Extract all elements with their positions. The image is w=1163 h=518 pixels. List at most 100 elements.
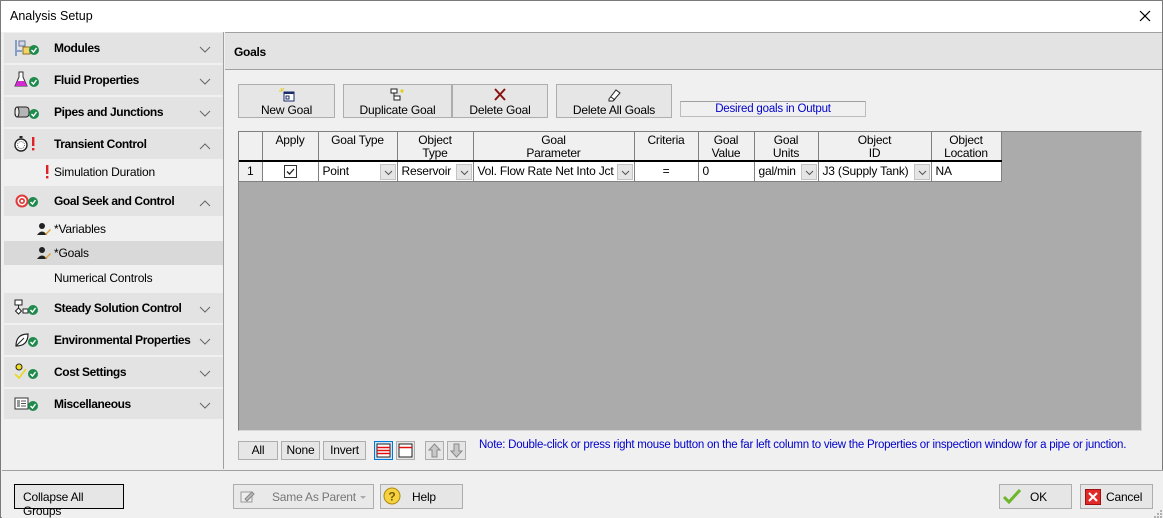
chevron-down-icon[interactable] xyxy=(379,164,396,180)
goal-parameter-value: Vol. Flow Rate Net Into Jct xyxy=(477,164,614,179)
goal-type-value: Point xyxy=(322,164,350,179)
sidebar-item-simulation-duration[interactable]: Simulation Duration xyxy=(4,160,223,184)
sidebar-item-variables[interactable]: *Variables xyxy=(4,217,223,241)
delete-all-goals-label: Delete All Goals xyxy=(572,103,656,117)
user-edit-icon xyxy=(36,221,52,237)
chevron-down-icon[interactable] xyxy=(199,303,211,313)
collapse-all-groups-label: Collapse All Groups xyxy=(23,490,84,518)
column-header-object-location[interactable]: Object Location xyxy=(931,132,1002,162)
sidebar-group-environmental-properties[interactable]: Environmental Properties xyxy=(4,325,223,355)
column-header-goal-units[interactable]: Goal Units xyxy=(754,132,819,162)
sidebar-group-label: Miscellaneous xyxy=(54,397,131,411)
same-as-parent-dropdown[interactable]: Same As Parent xyxy=(233,484,374,509)
leaf-icon xyxy=(14,331,38,349)
sidebar-group-transient-control[interactable]: Transient Control xyxy=(4,129,223,159)
pipe-icon xyxy=(14,103,39,121)
warning-icon xyxy=(36,164,52,180)
chevron-down-icon[interactable] xyxy=(199,75,211,85)
chevron-down-icon[interactable] xyxy=(199,399,211,409)
checkmark-icon xyxy=(1003,489,1021,505)
sidebar-group-label: Pipes and Junctions xyxy=(54,105,164,119)
chevron-down-icon[interactable] xyxy=(913,164,930,180)
window-title: Analysis Setup xyxy=(10,9,93,23)
delete-goal-button[interactable]: Delete Goal xyxy=(452,84,548,118)
duplicate-goal-button[interactable]: Duplicate Goal xyxy=(343,84,452,118)
select-all-button[interactable]: All xyxy=(238,441,278,460)
sidebar-item-label: *Variables xyxy=(54,222,106,236)
criteria-cell[interactable]: = xyxy=(634,161,699,182)
close-icon[interactable] xyxy=(1136,7,1154,25)
delete-all-goals-button[interactable]: Delete All Goals xyxy=(556,84,672,118)
dropdown-arrow-icon xyxy=(360,496,366,499)
chevron-down-icon[interactable] xyxy=(199,335,211,345)
object-id-dropdown[interactable]: J3 (Supply Tank) xyxy=(818,161,932,182)
sidebar-group-label: Goal Seek and Control xyxy=(54,194,175,208)
apply-checkbox[interactable] xyxy=(283,165,297,179)
sidebar-group-fluid-properties[interactable]: Fluid Properties xyxy=(4,65,223,95)
object-type-dropdown[interactable]: Reservoir xyxy=(397,161,474,182)
list-icon xyxy=(14,395,38,413)
collapse-rows-button[interactable] xyxy=(396,441,415,460)
chevron-down-icon[interactable] xyxy=(800,164,817,180)
column-header-goal-type[interactable]: Goal Type xyxy=(318,132,398,162)
goal-value-input[interactable]: 0 xyxy=(698,161,755,182)
chevron-up-icon[interactable] xyxy=(199,139,211,150)
sidebar-group-steady-solution-control[interactable]: Steady Solution Control xyxy=(4,293,223,323)
column-header-goal-parameter[interactable]: Goal Parameter xyxy=(473,132,635,162)
sidebar-item-goals[interactable]: *Goals xyxy=(4,241,223,265)
sidebar-group-goal-seek-and-control[interactable]: Goal Seek and Control xyxy=(4,186,223,216)
goals-table: Apply Goal Type Object Type Goal Paramet… xyxy=(239,132,1002,182)
column-header-object-type[interactable]: Object Type xyxy=(397,132,474,162)
sidebar-item-numerical-controls[interactable]: Numerical Controls xyxy=(4,266,223,290)
sidebar-group-pipes-and-junctions[interactable]: Pipes and Junctions xyxy=(4,97,223,127)
sidebar-group-label: Environmental Properties xyxy=(54,333,191,347)
table-header-row: Apply Goal Type Object Type Goal Paramet… xyxy=(239,132,1002,162)
move-down-button[interactable] xyxy=(447,441,466,460)
select-none-button[interactable]: None xyxy=(281,441,320,460)
goal-units-value: gal/min xyxy=(758,164,796,179)
invert-selection-button[interactable]: Invert xyxy=(323,441,366,460)
sidebar-group-miscellaneous[interactable]: Miscellaneous xyxy=(4,389,223,419)
move-up-button[interactable] xyxy=(425,441,444,460)
column-header-object-id[interactable]: Object ID xyxy=(818,132,932,162)
column-header-apply[interactable]: Apply xyxy=(262,132,319,162)
expand-rows-button[interactable] xyxy=(374,441,393,460)
chevron-down-icon[interactable] xyxy=(616,164,633,180)
same-as-parent-label: Same As Parent xyxy=(272,490,356,504)
chevron-down-icon[interactable] xyxy=(199,367,211,377)
duplicate-icon xyxy=(390,88,406,102)
cancel-button[interactable]: Cancel xyxy=(1080,484,1153,509)
apply-cell[interactable] xyxy=(262,161,319,182)
delete-x-icon xyxy=(492,88,508,102)
sidebar-group-label: Modules xyxy=(54,41,100,55)
eraser-icon xyxy=(606,88,622,102)
object-location-cell: NA xyxy=(931,161,1002,182)
analysis-setup-window: Analysis Setup Modules Fluid Properties … xyxy=(0,0,1163,518)
goal-parameter-dropdown[interactable]: Vol. Flow Rate Net Into Jct xyxy=(473,161,635,182)
chevron-down-icon[interactable] xyxy=(199,107,211,117)
chevron-down-icon[interactable] xyxy=(455,164,472,180)
chevron-up-icon[interactable] xyxy=(199,196,211,207)
goal-units-dropdown[interactable]: gal/min xyxy=(754,161,819,182)
sidebar-group-modules[interactable]: Modules xyxy=(4,33,223,63)
resize-grip-icon[interactable] xyxy=(1152,507,1162,518)
cancel-label: Cancel xyxy=(1106,490,1143,504)
help-button[interactable]: ? Help xyxy=(380,484,463,509)
sidebar-group-label: Steady Solution Control xyxy=(54,301,182,315)
sidebar: Modules Fluid Properties Pipes and Junct… xyxy=(2,32,224,469)
goals-grid: Apply Goal Type Object Type Goal Paramet… xyxy=(238,131,1142,431)
column-header-goal-value[interactable]: Goal Value xyxy=(698,132,755,162)
goals-panel: Goals New Goal Duplicate Goal Delete Goa… xyxy=(225,32,1162,469)
row-number-cell[interactable]: 1 xyxy=(239,161,263,182)
new-goal-button[interactable]: New Goal xyxy=(238,84,335,118)
collapse-all-groups-button[interactable]: Collapse All Groups xyxy=(14,484,124,518)
flowchart-icon xyxy=(14,299,38,317)
goal-type-dropdown[interactable]: Point xyxy=(318,161,398,182)
ok-button[interactable]: OK xyxy=(999,484,1072,509)
table-row[interactable]: 1 Point Reservoir Vol. Flow Rate Net Int… xyxy=(239,161,1002,182)
column-header-criteria[interactable]: Criteria xyxy=(634,132,699,162)
sidebar-group-cost-settings[interactable]: Cost Settings xyxy=(4,357,223,387)
ok-label: OK xyxy=(1030,490,1047,504)
title-bar: Analysis Setup xyxy=(1,1,1162,32)
chevron-down-icon[interactable] xyxy=(199,43,211,53)
